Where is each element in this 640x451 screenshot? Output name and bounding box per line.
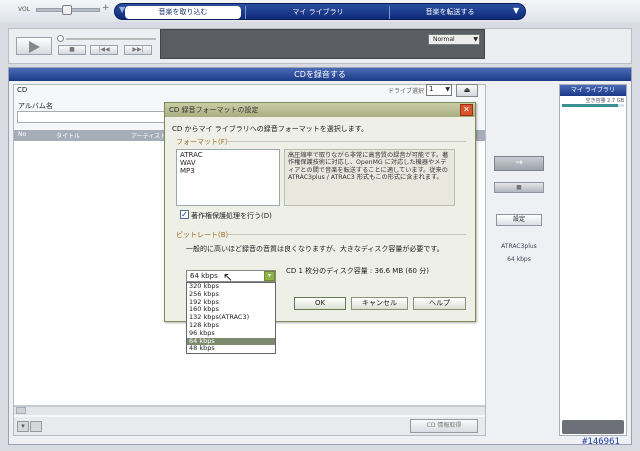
current-bitrate: 64 kbps	[507, 256, 531, 263]
tab-import-music[interactable]: 音楽を取り込む	[125, 6, 241, 19]
play-icon	[29, 41, 40, 53]
column-header-artist[interactable]: アーティスト	[131, 131, 166, 140]
eject-icon: ⏏	[463, 86, 471, 94]
format-description: 高圧縮率で取りながら非常に高音質の録音が可能です。著作権保護技術に対応し、Ope…	[284, 149, 455, 206]
album-name-field[interactable]	[17, 111, 167, 123]
library-free-space: 空き容量 2.7 GB	[585, 98, 624, 104]
close-icon: ✕	[463, 105, 470, 114]
format-section-label: フォーマット(F)	[176, 138, 228, 146]
chevron-down-icon: ▼	[473, 36, 478, 43]
ok-button[interactable]: OK	[294, 297, 346, 310]
library-title: マイ ライブラリ	[560, 85, 626, 96]
library-list[interactable]	[560, 108, 626, 418]
drive-select[interactable]: 1 ▼	[426, 84, 452, 96]
cd-label: CD	[17, 86, 28, 94]
chevron-down-icon[interactable]: ▼	[513, 6, 519, 15]
close-button[interactable]: ✕	[460, 104, 473, 116]
footer-button[interactable]: ▾	[17, 421, 29, 432]
current-format: ATRAC3plus	[501, 243, 537, 250]
play-button[interactable]	[16, 37, 52, 55]
disk-capacity-readout: CD 1 枚分のディスク容量 : 36.6 MB (60 分)	[286, 267, 429, 275]
capacity-bar-fill	[562, 104, 618, 107]
dialog-title: CD 録音フォーマットの設定	[169, 106, 259, 114]
copy-protect-label[interactable]: 著作権保護処理を行う(D)	[191, 211, 272, 221]
seek-track[interactable]	[66, 38, 156, 40]
stop-transfer-button[interactable]: ■	[494, 182, 544, 193]
footer-button[interactable]	[30, 421, 42, 432]
section-divider	[226, 234, 466, 235]
format-item-atrac[interactable]: ATRAC	[180, 151, 203, 159]
stop-icon: ■	[516, 184, 522, 191]
copy-protect-checkbox[interactable]: ✓	[180, 210, 189, 219]
settings-button[interactable]: 設定	[496, 214, 542, 226]
tab-transfer-music[interactable]: 音楽を転送する	[391, 6, 509, 19]
tab-divider	[245, 6, 246, 19]
mouse-pointer-icon: ↖	[223, 270, 234, 284]
bitrate-option[interactable]: 48 kbps	[187, 345, 275, 354]
stop-button[interactable]: ■	[58, 45, 86, 55]
format-item-mp3[interactable]: MP3	[180, 167, 195, 175]
tab-my-library[interactable]: マイ ライブラリ	[251, 6, 385, 19]
eject-button[interactable]: ⏏	[456, 84, 478, 97]
album-name-label: アルバム名	[18, 102, 53, 110]
mode-bar: ▼ 音楽を取り込む マイ ライブラリ 音楽を転送する ▼	[114, 3, 526, 20]
section-divider	[226, 141, 466, 142]
previous-icon: |◀◀	[98, 46, 110, 53]
horizontal-scrollbar[interactable]	[14, 406, 485, 415]
help-button[interactable]: ヘルプ	[413, 297, 466, 310]
bitrate-section-label: ビットレート(B)	[176, 231, 229, 239]
transfer-button[interactable]: →	[494, 156, 544, 171]
tab-divider	[389, 6, 390, 19]
bitrate-description: 一般的に高いほど録音の音質は良くなりますが、大きなディスク容量が必要です。	[186, 245, 444, 253]
column-header-no[interactable]: No	[18, 131, 26, 138]
arrow-right-icon: →	[515, 158, 523, 168]
library-footer	[562, 420, 624, 434]
watermark: #146961	[582, 437, 620, 447]
stop-icon: ■	[69, 46, 75, 53]
format-item-wav[interactable]: WAV	[180, 159, 196, 167]
cancel-button[interactable]: キャンセル	[351, 297, 408, 310]
chevron-down-icon: ▾	[21, 422, 25, 430]
volume-plus-icon[interactable]: +	[102, 3, 110, 13]
drive-select-label: ドライブ選択	[388, 88, 425, 95]
chevron-down-icon: ▼	[445, 86, 450, 93]
scrollbar-thumb[interactable]	[16, 407, 26, 414]
next-button[interactable]: ▶▶|	[124, 45, 152, 55]
chevron-down-icon[interactable]: ▾	[264, 271, 275, 281]
volume-knob[interactable]	[62, 5, 72, 15]
previous-button[interactable]: |◀◀	[90, 45, 118, 55]
seek-knob[interactable]	[57, 35, 64, 42]
playmode-select[interactable]: Normal ▼	[428, 34, 480, 45]
column-header-title[interactable]: タイトル	[56, 131, 80, 140]
dialog-description: CD からマイ ライブラリへの録音フォーマットを選択します。	[172, 125, 369, 133]
playmode-value: Normal	[433, 36, 455, 43]
volume-label: VOL	[18, 6, 31, 13]
next-icon: ▶▶|	[132, 46, 144, 53]
window-title: CDを録音する	[9, 68, 631, 81]
drive-value: 1	[429, 85, 434, 93]
cd-info-button[interactable]: CD 情報取得	[410, 419, 478, 433]
